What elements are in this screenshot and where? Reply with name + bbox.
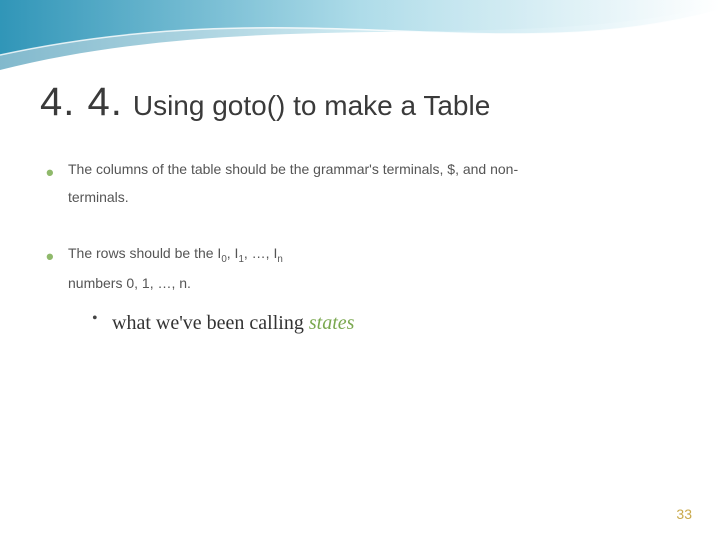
header-wave-decoration [0,0,720,90]
bullet-1-line2: terminals. [68,189,129,205]
bullet-2: The rows should be the I0, I1, …, In num… [40,239,680,343]
emphasis-states: states [309,312,355,334]
sub-bullet-list: what we've been calling states [90,303,680,343]
bullet-2-line2: numbers 0, 1, …, n. [68,275,191,291]
slide-title: 4. 4. Using goto() to make a Table [40,80,680,125]
bullet-1-line1: The columns of the table should be the g… [68,161,518,177]
bullet-2-line1: The rows should be the I0, I1, …, In [68,245,283,261]
sub-bullet-1: what we've been calling states [90,303,680,343]
slide-content: 4. 4. Using goto() to make a Table The c… [40,80,680,371]
bullet-1: The columns of the table should be the g… [40,155,680,211]
bullet-list: The columns of the table should be the g… [40,155,680,343]
slide: 4. 4. Using goto() to make a Table The c… [0,0,720,540]
page-number: 33 [676,506,692,522]
title-text: Using goto() to make a Table [133,90,490,122]
title-number: 4. 4. [40,80,123,125]
